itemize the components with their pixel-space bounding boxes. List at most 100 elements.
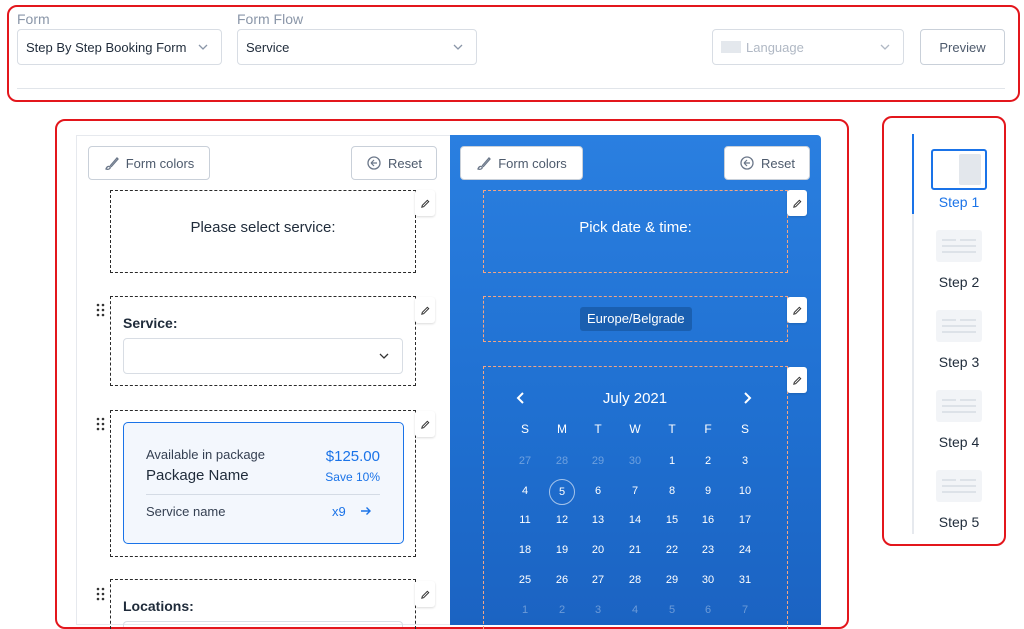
language-select[interactable]: Language	[712, 29, 904, 65]
calendar-day[interactable]: 12	[544, 514, 580, 526]
calendar-day[interactable]: 19	[544, 544, 580, 556]
calendar-day[interactable]: 9	[690, 485, 726, 497]
calendar-day[interactable]: 26	[544, 574, 580, 586]
calendar-weekday: F	[704, 422, 712, 436]
calendar-day: 2	[558, 604, 566, 616]
calendar-day[interactable]: 30	[690, 574, 726, 586]
calendar-day-selected[interactable]: 5	[549, 479, 575, 505]
calendar-day[interactable]: 4	[507, 485, 543, 497]
drag-handle-icon[interactable]	[91, 297, 111, 323]
header-divider	[17, 88, 1005, 89]
left-form-colors-button[interactable]: Form colors	[88, 146, 210, 180]
calendar-day[interactable]: 31	[727, 574, 763, 586]
calendar-day[interactable]: 14	[617, 514, 653, 526]
calendar-weekday: W	[629, 422, 641, 436]
calendar-day[interactable]: 3	[727, 455, 763, 467]
step-thumbnail[interactable]	[936, 230, 982, 262]
calendar-day[interactable]: 23	[690, 544, 726, 556]
edit-pencil-icon[interactable]	[415, 411, 435, 437]
step-label[interactable]: Step 4	[929, 434, 989, 450]
calendar-day[interactable]: 7	[617, 485, 653, 497]
locations-label: Locations:	[123, 598, 194, 614]
calendar-day: 30	[628, 455, 642, 467]
step-thumbnail[interactable]	[936, 470, 982, 502]
calendar-day: 28	[555, 455, 569, 467]
right-form-colors-button[interactable]: Form colors	[460, 146, 583, 180]
left-reset-button[interactable]: Reset	[351, 146, 437, 180]
service-select[interactable]	[123, 338, 403, 374]
calendar-day[interactable]: 11	[507, 514, 543, 526]
package-service-qty: x9	[332, 504, 346, 519]
form-label: Form	[17, 11, 50, 27]
reset-icon	[367, 156, 381, 170]
drag-handle-icon[interactable]	[91, 581, 111, 607]
right-reset-label: Reset	[761, 155, 795, 171]
right-title-text: Pick date & time:	[579, 219, 692, 236]
edit-pencil-icon[interactable]	[415, 190, 435, 216]
calendar-day[interactable]: 1	[654, 455, 690, 467]
edit-pencil-icon[interactable]	[415, 581, 435, 607]
step-label[interactable]: Step 1	[929, 194, 989, 210]
calendar-day[interactable]: 28	[617, 574, 653, 586]
calendar-day[interactable]: 16	[690, 514, 726, 526]
edit-pencil-icon[interactable]	[787, 297, 807, 323]
step-thumbnail[interactable]	[931, 149, 987, 190]
right-form-colors-label: Form colors	[498, 155, 567, 171]
step-thumbnail[interactable]	[936, 390, 982, 422]
chevron-right-icon[interactable]	[741, 391, 753, 405]
locations-select[interactable]	[123, 621, 403, 627]
left-form-colors-label: Form colors	[125, 155, 195, 171]
step-label[interactable]: Step 3	[929, 354, 989, 370]
steps-rail-active	[912, 134, 914, 214]
form-select[interactable]: Step By Step Booking Form	[17, 29, 222, 65]
drag-handle-icon[interactable]	[91, 411, 111, 437]
calendar-weekday: T	[668, 422, 676, 436]
calendar-day[interactable]: 17	[727, 514, 763, 526]
preview-button[interactable]: Preview	[920, 29, 1005, 65]
package-price: $125.00	[325, 448, 380, 465]
calendar-day[interactable]: 24	[727, 544, 763, 556]
calendar-day[interactable]: 18	[507, 544, 543, 556]
calendar-day[interactable]: 25	[507, 574, 543, 586]
calendar-day[interactable]: 29	[654, 574, 690, 586]
calendar-day[interactable]: 8	[654, 485, 690, 497]
form-flow-label: Form Flow	[237, 11, 304, 27]
preview-button-label: Preview	[939, 39, 986, 55]
step-thumbnail[interactable]	[936, 310, 982, 342]
calendar-day[interactable]: 2	[690, 455, 726, 467]
timezone-badge[interactable]: Europe/Belgrade	[580, 307, 692, 331]
calendar-day[interactable]: 20	[580, 544, 616, 556]
left-reset-label: Reset	[388, 155, 422, 171]
form-flow-select[interactable]: Service	[237, 29, 477, 65]
right-reset-button[interactable]: Reset	[724, 146, 810, 180]
arrow-right-icon[interactable]	[360, 505, 372, 517]
calendar-weekday: S	[520, 422, 529, 436]
calendar-month: July 2021	[602, 390, 668, 407]
calendar-day[interactable]: 15	[654, 514, 690, 526]
calendar-day[interactable]: 21	[617, 544, 653, 556]
calendar-weekday: S	[740, 422, 749, 436]
edit-pencil-icon[interactable]	[415, 297, 435, 323]
edit-pencil-icon[interactable]	[787, 190, 807, 216]
form-flow-select-value: Service	[246, 39, 290, 55]
chevron-down-icon	[880, 44, 890, 50]
package-service-name: Service name	[146, 504, 226, 519]
calendar-day[interactable]: 10	[727, 485, 763, 497]
calendar-day[interactable]: 22	[654, 544, 690, 556]
calendar-day[interactable]: 27	[580, 574, 616, 586]
calendar-weekday: T	[594, 422, 602, 436]
edit-pencil-icon[interactable]	[787, 367, 807, 393]
package-available-text: Available in package	[146, 447, 266, 462]
calendar-day: 27	[518, 455, 532, 467]
chevron-down-icon	[198, 44, 208, 50]
chevron-down-icon	[379, 353, 389, 359]
calendar-day[interactable]: 6	[580, 485, 616, 497]
calendar-day: 5	[668, 604, 676, 616]
chevron-left-icon[interactable]	[515, 391, 527, 405]
brush-icon	[104, 157, 119, 170]
calendar-day[interactable]: 13	[580, 514, 616, 526]
brush-icon	[477, 157, 492, 170]
step-label[interactable]: Step 5	[929, 514, 989, 530]
step-label[interactable]: Step 2	[929, 274, 989, 290]
language-placeholder: Language	[746, 39, 804, 55]
